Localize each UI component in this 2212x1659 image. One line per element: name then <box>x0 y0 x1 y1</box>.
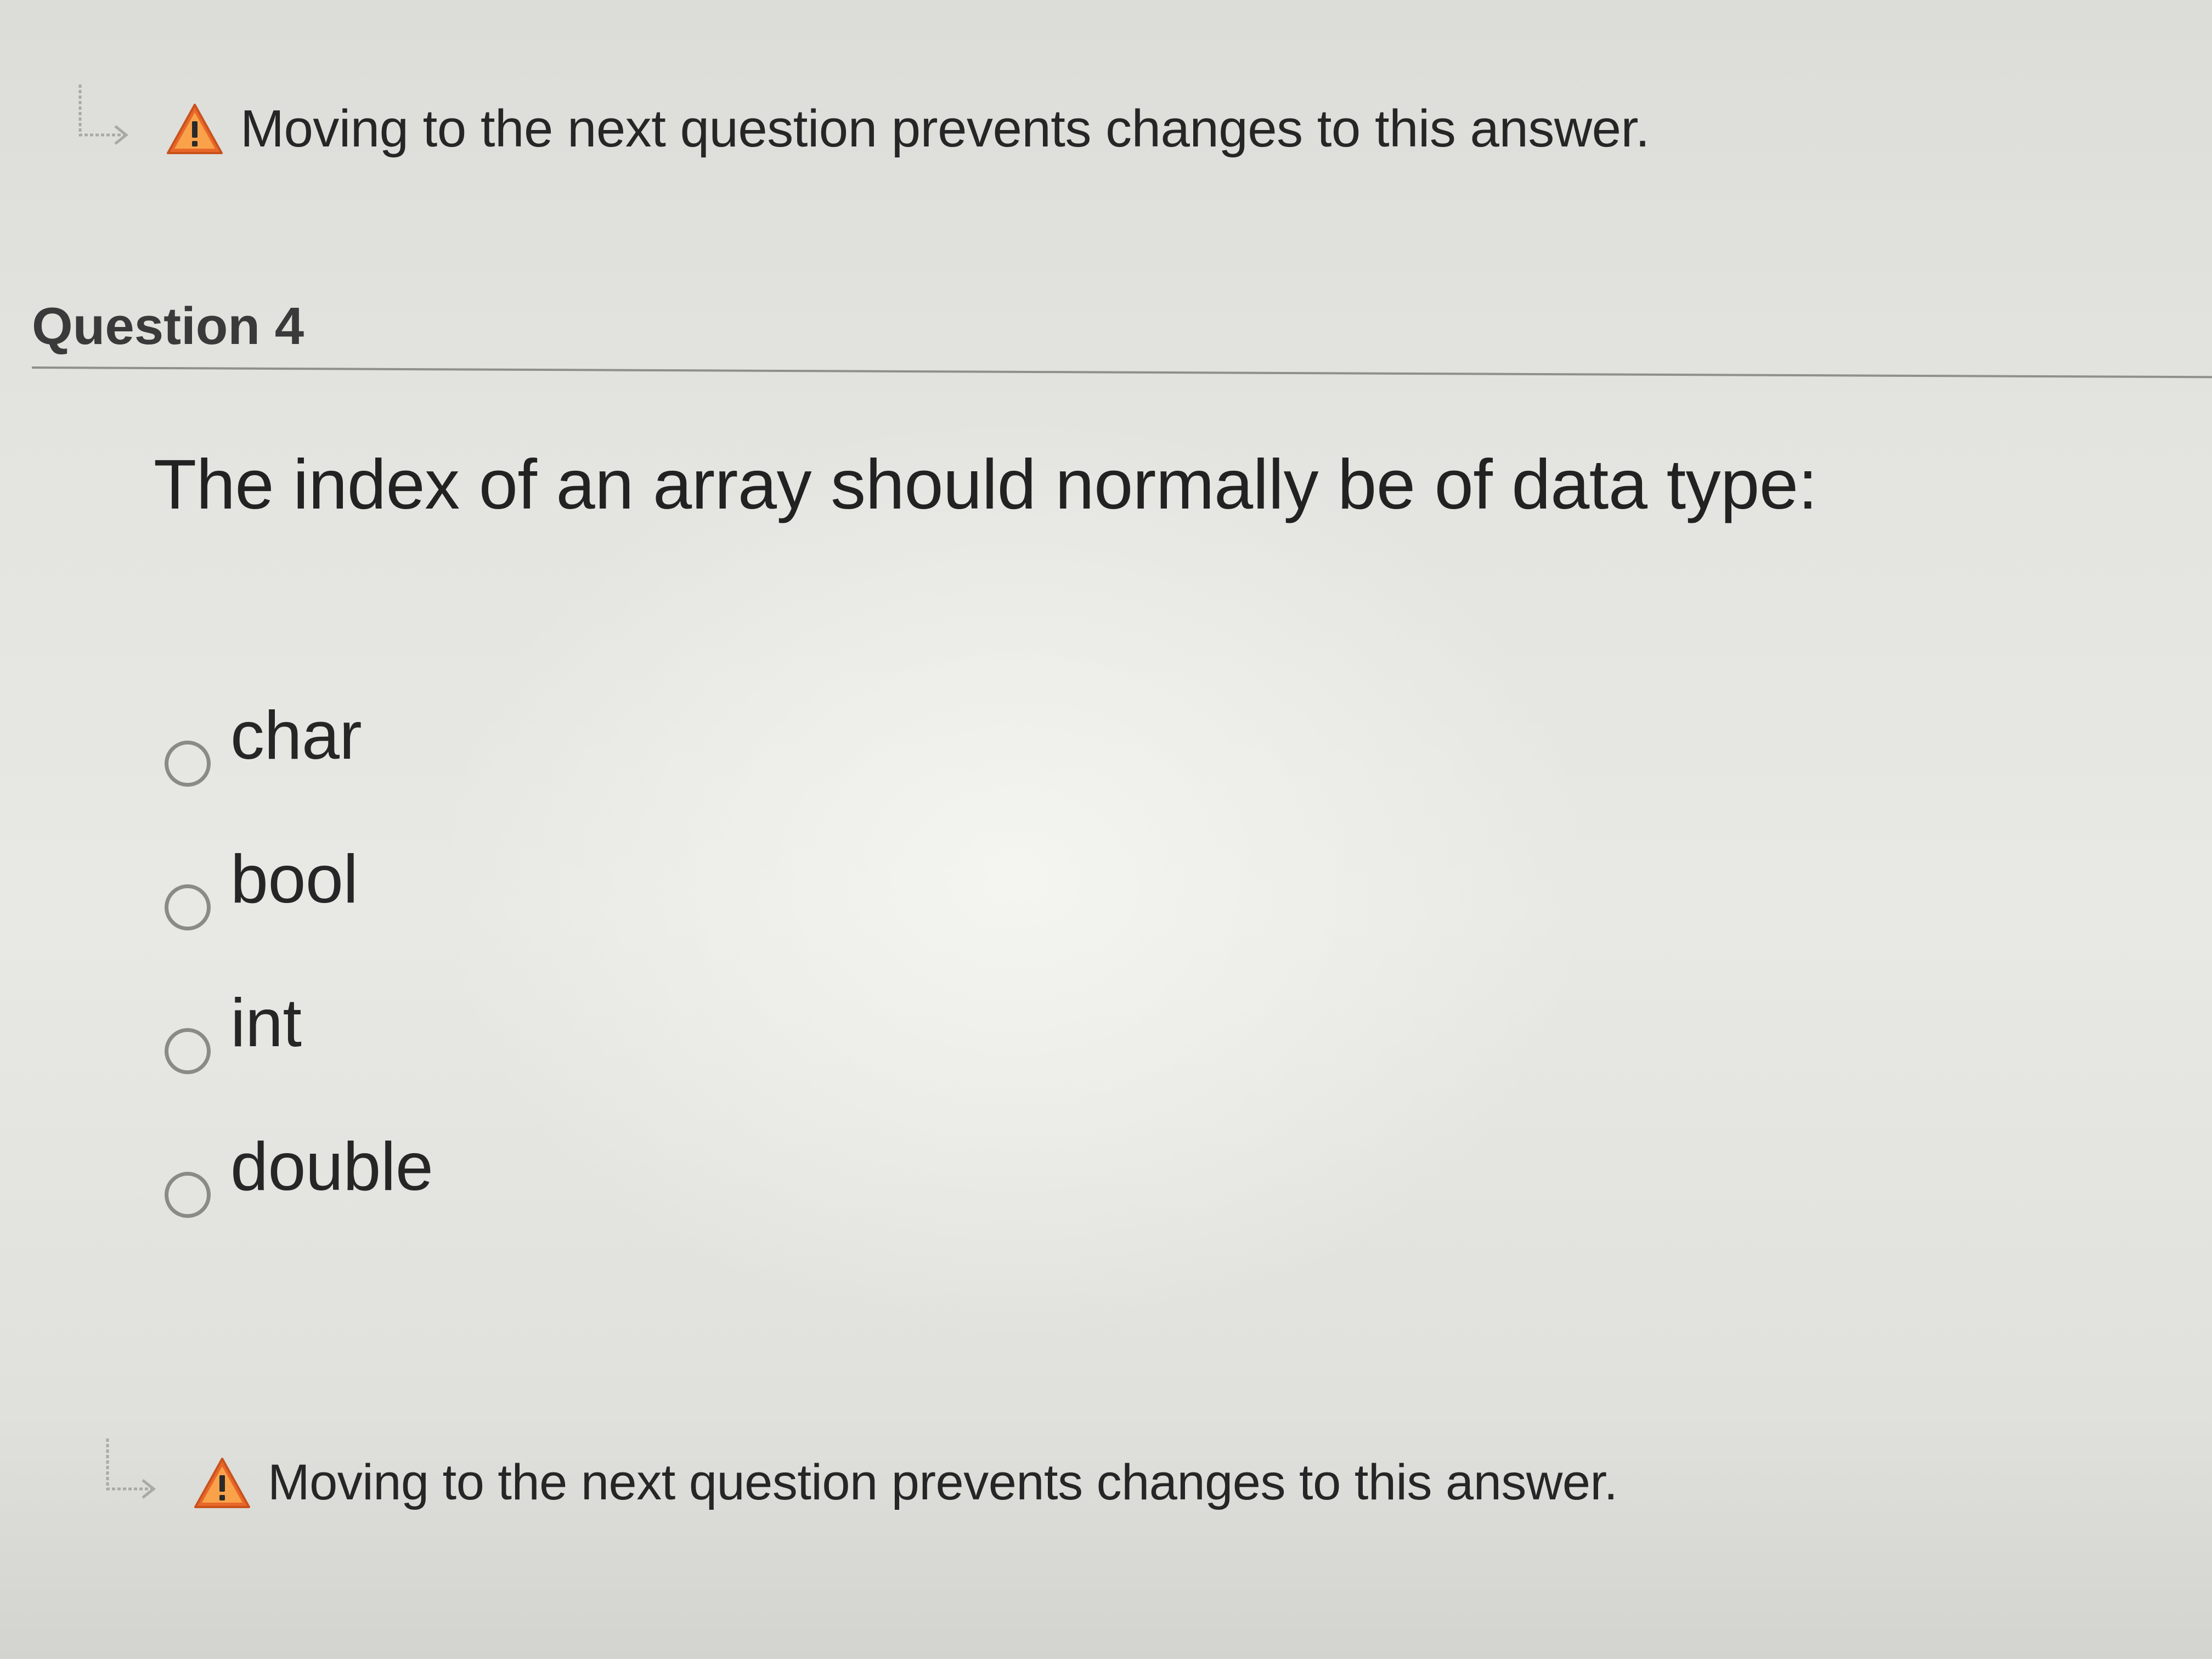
warning-banner-bottom: Moving to the next question prevents cha… <box>99 1438 1618 1511</box>
option-label[interactable]: char <box>230 697 362 775</box>
warning-text: Moving to the next question prevents cha… <box>268 1454 1618 1510</box>
answer-options: char bool int double <box>165 697 433 1272</box>
option-char[interactable]: char <box>165 697 433 840</box>
option-label[interactable]: int <box>230 984 302 1062</box>
radio-button[interactable] <box>165 1172 211 1218</box>
option-int[interactable]: int <box>165 984 433 1128</box>
quiz-page: Moving to the next question prevents cha… <box>0 0 2212 1659</box>
warning-text: Moving to the next question prevents cha… <box>240 99 1650 158</box>
question-title: Question 4 <box>32 297 304 356</box>
return-arrow-icon <box>78 84 129 145</box>
question-header: Question 4 <box>31 296 2212 379</box>
option-bool[interactable]: bool <box>165 840 433 984</box>
question-prompt: The index of an array should normally be… <box>154 445 1818 524</box>
divider <box>31 366 2212 379</box>
warning-banner-top: Moving to the next question prevents cha… <box>71 84 1650 159</box>
option-label[interactable]: double <box>230 1128 433 1206</box>
return-arrow-icon <box>106 1438 156 1499</box>
warning-triangle-icon <box>194 1457 250 1508</box>
option-double[interactable]: double <box>165 1128 433 1272</box>
radio-button[interactable] <box>165 1028 211 1074</box>
radio-button[interactable] <box>165 884 211 930</box>
warning-triangle-icon <box>167 104 223 154</box>
option-label[interactable]: bool <box>230 840 358 918</box>
radio-button[interactable] <box>165 741 211 787</box>
